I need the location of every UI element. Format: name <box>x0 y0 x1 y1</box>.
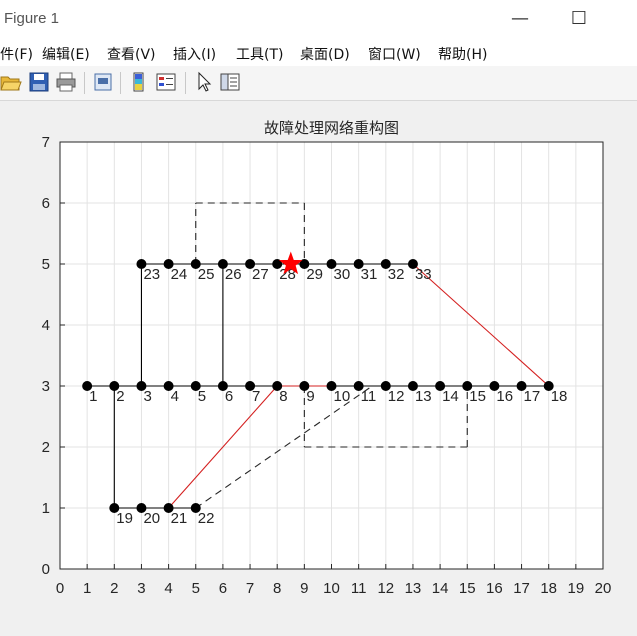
x-tick-label: 8 <box>273 580 281 597</box>
x-tick-label: 6 <box>219 580 227 597</box>
node-label: 8 <box>279 388 287 405</box>
node-label: 12 <box>388 388 405 405</box>
x-tick-label: 10 <box>323 580 340 597</box>
node-label: 4 <box>171 388 179 405</box>
x-tick-label: 12 <box>377 580 394 597</box>
x-tick-label: 13 <box>405 580 422 597</box>
node-label: 33 <box>415 266 432 283</box>
toolbar-separator <box>120 72 121 94</box>
menu-file[interactable]: 件(F) <box>0 44 33 64</box>
x-tick-label: 17 <box>513 580 530 597</box>
node-label: 16 <box>496 388 513 405</box>
x-tick-label: 4 <box>164 580 172 597</box>
x-tick-label: 11 <box>351 580 367 597</box>
node-label: 2 <box>116 388 124 405</box>
x-tick-label: 1 <box>83 580 91 597</box>
toolbar-separator <box>84 72 85 94</box>
node-label: 23 <box>143 266 160 283</box>
x-tick-label: 2 <box>110 580 118 597</box>
toolbar-separator <box>185 72 186 94</box>
toolbar <box>0 66 637 101</box>
menu-help[interactable]: 帮助(H) <box>438 44 487 64</box>
node-label: 5 <box>198 388 206 405</box>
y-tick-label: 7 <box>42 134 50 151</box>
node-label: 22 <box>198 510 215 527</box>
y-tick-label: 2 <box>42 439 50 456</box>
x-tick-label: 7 <box>246 580 254 597</box>
menu-view[interactable]: 查看(V) <box>107 44 156 64</box>
menu-edit[interactable]: 编辑(E) <box>42 44 90 64</box>
menu-desktop[interactable]: 桌面(D) <box>300 44 350 64</box>
node-label: 10 <box>334 388 351 405</box>
print-icon[interactable] <box>55 71 77 93</box>
node-label: 14 <box>442 388 459 405</box>
x-tick-label: 19 <box>568 580 585 597</box>
node-label: 24 <box>171 266 188 283</box>
node-label: 11 <box>361 388 377 405</box>
x-tick-label: 15 <box>459 580 476 597</box>
node-label: 31 <box>361 266 378 283</box>
node-label: 3 <box>143 388 151 405</box>
node-label: 30 <box>334 266 351 283</box>
title-bar: Figure 1 — ☐ <box>0 0 637 40</box>
menu-bar: 件(F) 编辑(E) 查看(V) 插入(I) 工具(T) 桌面(D) 窗口(W)… <box>0 40 637 66</box>
figure-area: 0 1 2 3 4 5 6 7 8 9 10 11 12 13 14 15 16 17 18 19 20 0 1 2 3 4 5 6 7… <box>0 101 637 636</box>
node-label: 21 <box>171 510 188 527</box>
x-tick-label: 18 <box>540 580 557 597</box>
node-label: 9 <box>306 388 314 405</box>
y-tick-label: 4 <box>42 317 50 334</box>
node-label: 15 <box>469 388 486 405</box>
open-folder-icon[interactable] <box>0 71 22 93</box>
network-plot: 0 1 2 3 4 5 6 7 8 9 10 11 12 13 14 15 16 17 18 19 2001234567… <box>42 119 612 597</box>
menu-window[interactable]: 窗口(W) <box>368 44 421 64</box>
y-tick-label: 6 <box>42 195 50 212</box>
property-editor-icon[interactable] <box>219 71 241 93</box>
maximize-button[interactable]: ☐ <box>559 6 599 32</box>
node-label: 20 <box>143 510 160 527</box>
x-tick-label: 9 <box>300 580 308 597</box>
legend-icon[interactable] <box>155 71 177 93</box>
y-tick-label: 5 <box>42 256 50 273</box>
x-tick-label: 14 <box>432 580 449 597</box>
menu-tools[interactable]: 工具(T) <box>236 44 283 64</box>
x-tick-label: 16 <box>486 580 503 597</box>
node-label: 27 <box>252 266 269 283</box>
x-tick-label: 3 <box>137 580 145 597</box>
window-title: Figure 1 <box>4 10 60 27</box>
node-label: 26 <box>225 266 242 283</box>
node-label: 32 <box>388 266 405 283</box>
menu-insert[interactable]: 插入(I) <box>173 44 216 64</box>
colorbar-icon[interactable] <box>128 71 150 93</box>
minimize-button[interactable]: — <box>500 6 540 32</box>
x-tick-label: 5 <box>192 580 200 597</box>
x-tick-label: 0 <box>56 580 64 597</box>
y-tick-label: 0 <box>42 561 50 578</box>
y-tick-label: 1 <box>42 500 50 517</box>
node-label: 17 <box>524 388 541 405</box>
print-preview-icon[interactable] <box>92 71 114 93</box>
pointer-icon[interactable] <box>193 71 215 93</box>
x-tick-label: 20 <box>595 580 612 597</box>
save-icon[interactable] <box>28 71 50 93</box>
node-label: 25 <box>198 266 215 283</box>
node-label: 19 <box>116 510 133 527</box>
chart-title: 故障处理网络重构图 <box>264 119 399 137</box>
node-label: 13 <box>415 388 432 405</box>
node-label: 29 <box>306 266 323 283</box>
node-label: 18 <box>551 388 568 405</box>
node-label: 7 <box>252 388 260 405</box>
node-label: 1 <box>89 388 97 405</box>
y-tick-label: 3 <box>42 378 50 395</box>
node-label: 6 <box>225 388 233 405</box>
